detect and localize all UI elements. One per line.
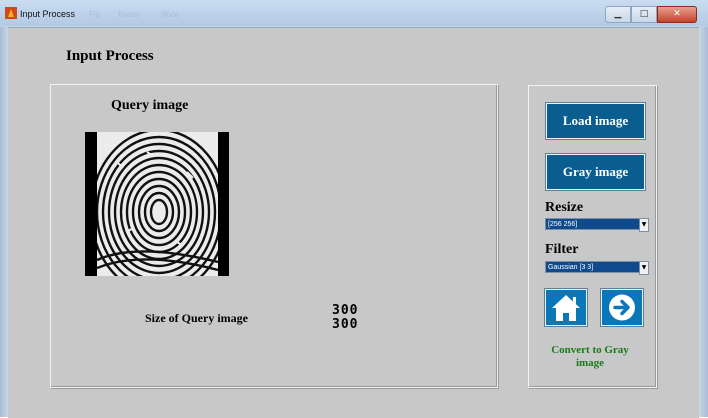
resize-label: Resize bbox=[545, 200, 584, 215]
chevron-down-icon[interactable]: ▼ bbox=[639, 261, 649, 275]
page-title: Input Process bbox=[66, 48, 154, 64]
home-icon bbox=[552, 295, 580, 321]
next-button[interactable] bbox=[601, 289, 643, 326]
app-window: Input Process Fig Radar Wide ▁ □ ✕ Input… bbox=[0, 0, 708, 418]
home-button[interactable] bbox=[545, 289, 587, 326]
load-image-button[interactable]: Load image bbox=[546, 103, 645, 139]
window-border-right bbox=[699, 27, 708, 417]
size-values: 300 300 bbox=[332, 304, 358, 332]
size-cols: 300 bbox=[332, 317, 359, 332]
gray-image-button[interactable]: Gray image bbox=[546, 154, 645, 190]
window-border-left bbox=[0, 27, 8, 417]
close-button[interactable]: ✕ bbox=[657, 6, 697, 23]
figure-area: Input Process Query image Size of Query … bbox=[8, 27, 699, 418]
filter-label: Filter bbox=[545, 242, 579, 257]
menu-item-faded: Fig bbox=[89, 10, 101, 19]
title-bar[interactable]: Input Process Fig Radar Wide ▁ □ ✕ bbox=[0, 0, 708, 26]
window-title: Input Process bbox=[20, 9, 76, 19]
matlab-icon bbox=[5, 7, 17, 19]
filter-select[interactable]: Gaussian [3 3] bbox=[545, 261, 640, 273]
fingerprint-image bbox=[97, 132, 218, 276]
size-label: Size of Query image bbox=[145, 311, 248, 325]
maximize-button[interactable]: □ bbox=[631, 6, 657, 23]
menu-item-faded: Wide bbox=[161, 10, 180, 19]
chevron-down-icon[interactable]: ▼ bbox=[639, 218, 649, 232]
resize-select[interactable]: [256 256] bbox=[545, 218, 640, 230]
minimize-button[interactable]: ▁ bbox=[605, 6, 631, 23]
menu-item-faded: Radar bbox=[118, 10, 140, 19]
status-text: Convert to Gray image bbox=[551, 344, 629, 369]
query-image-title: Query image bbox=[111, 98, 189, 113]
arrow-right-circle-icon bbox=[609, 294, 635, 321]
size-rows: 300 bbox=[332, 303, 359, 318]
query-image-axes bbox=[85, 132, 229, 276]
